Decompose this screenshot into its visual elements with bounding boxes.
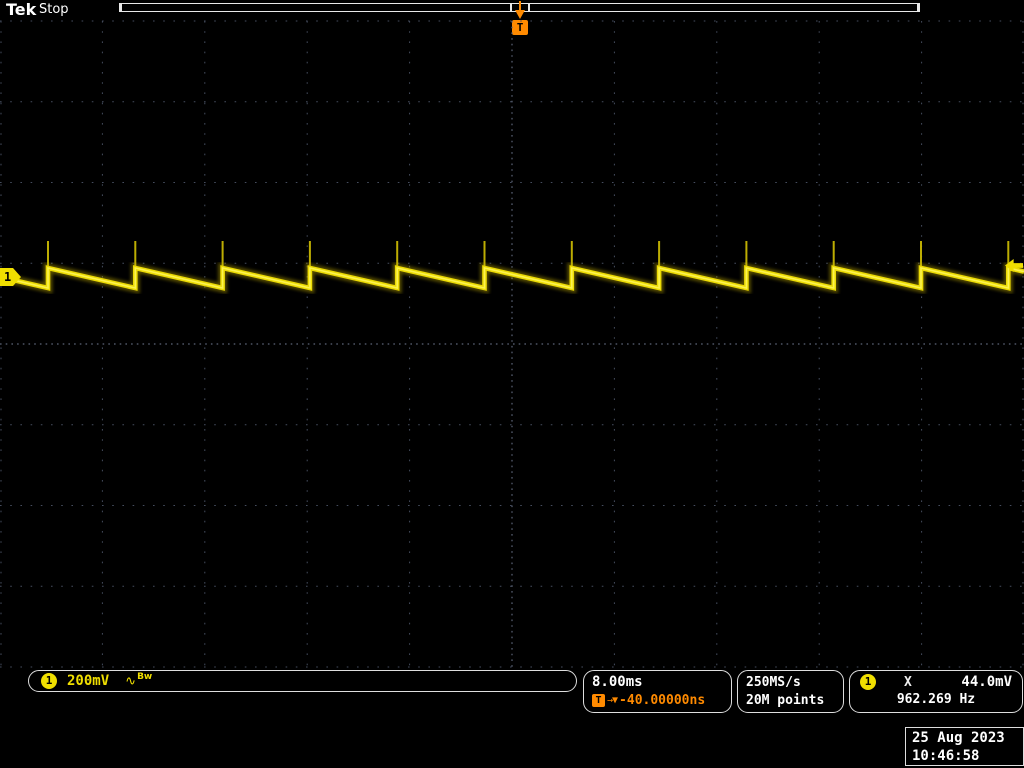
- trigger-position-arrows-icon: →▼: [607, 695, 618, 706]
- horizontal-readout: 8.00ms T →▼ -40.00000ns: [583, 670, 732, 713]
- record-length-value: 20M points: [746, 693, 825, 708]
- date-value: 25 Aug 2023: [912, 730, 1005, 746]
- acquisition-readout: 250MS/s 20M points: [737, 670, 844, 713]
- sample-rate-value: 250MS/s: [746, 675, 801, 690]
- trigger-flag: T: [512, 20, 528, 35]
- acquisition-status: Stop: [39, 2, 69, 17]
- trigger-arrow-icon: [515, 10, 525, 19]
- bandwidth-limit-icon: Bw: [137, 672, 153, 682]
- channel-scale: 200mV: [67, 673, 110, 689]
- graticule-and-waveform: [0, 20, 1024, 668]
- graticule-grid: [0, 20, 1024, 668]
- trigger-source-badge: 1: [860, 674, 876, 690]
- coupling-icon: ∿: [125, 673, 137, 689]
- channel-badge: 1: [41, 673, 57, 689]
- trigger-frequency-value: 962.269 Hz: [896, 692, 976, 707]
- ch1-waveform: [0, 241, 1024, 294]
- time-value: 10:46:58: [912, 748, 980, 764]
- datetime-box: 25 Aug 2023 10:46:58: [905, 727, 1024, 766]
- trigger-readout: 1 X 44.0mV 962.269 Hz: [849, 670, 1023, 713]
- oscilloscope-screen: Tek Stop T 1 1 200mV ∿ Bw 8.00ms T →▼ -4…: [0, 0, 1024, 768]
- trigger-t-badge: T: [592, 694, 605, 707]
- channel-1-position-marker: 1: [0, 268, 21, 286]
- timebase-value: 8.00ms: [592, 674, 643, 690]
- record-window-tick-right: [528, 4, 530, 11]
- trigger-level-value: 44.0mV: [961, 674, 1012, 690]
- channel-readout: 1 200mV ∿ Bw: [28, 670, 577, 692]
- trigger-position-value: -40.00000ns: [619, 693, 706, 708]
- trigger-position-readout: T →▼ -40.00000ns: [592, 693, 723, 708]
- trigger-level-arrow-icon: [1005, 259, 1023, 272]
- trigger-position-marker: T: [512, 1, 528, 37]
- trigger-source-line: 1 X 44.0mV: [860, 674, 1012, 690]
- trigger-slope-icon: X: [904, 674, 912, 690]
- tek-logo: Tek: [6, 0, 37, 19]
